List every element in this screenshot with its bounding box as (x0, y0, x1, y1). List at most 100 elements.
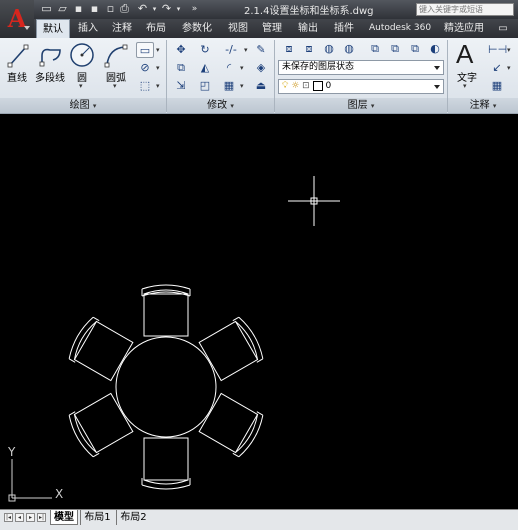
dimension-dropdown-icon[interactable]: ▾ (507, 46, 511, 54)
trim-button[interactable]: -/- (218, 42, 244, 58)
polyline-button[interactable]: 多段线 (33, 40, 67, 96)
chevron-down-icon: ▾ (370, 102, 375, 110)
layer-state-button[interactable]: ⧈ (300, 41, 318, 57)
tab-layout2[interactable]: 布局2 (116, 510, 150, 525)
tab-plugins[interactable]: 插件 (330, 19, 358, 38)
layer-state-icon: ⧈ (305, 42, 313, 55)
move-button[interactable]: ✥ (172, 42, 190, 58)
offset-button[interactable]: ⏏ (252, 78, 270, 94)
line-button[interactable]: 直线 (3, 40, 31, 96)
rotate-button[interactable]: ↻ (196, 42, 214, 58)
first-layout-button[interactable]: |◂ (4, 513, 13, 522)
circle-dropdown-icon[interactable]: ▾ (79, 82, 83, 90)
sun-icon: ☼ (291, 81, 300, 91)
mirror-button[interactable]: ◭ (196, 60, 214, 76)
layer-freeze-button[interactable]: ⧉ (406, 41, 424, 57)
application-menu-button[interactable]: A (0, 0, 34, 38)
match-layer-icon: ⧉ (391, 42, 399, 55)
line-label: 直线 (7, 73, 27, 84)
save-as-icon[interactable]: ▪ (88, 3, 101, 15)
chair-bottom-left (68, 392, 134, 458)
text-dropdown-icon[interactable]: ▾ (463, 82, 467, 90)
array-dropdown-icon[interactable]: ▾ (240, 82, 244, 90)
offset-icon: ⏏ (255, 79, 267, 92)
copy-button[interactable]: ⧉ (172, 60, 190, 76)
next-layout-button[interactable]: ▸ (26, 513, 35, 522)
search-input[interactable]: 键入关键字或短语 (416, 3, 514, 16)
tab-autodesk-360[interactable]: Autodesk 360 (366, 19, 434, 38)
layer-combo[interactable]: 💡︎ ☼ ⊡ 0 (278, 79, 444, 94)
layer-isolate-icon: ◍ (344, 42, 354, 55)
tab-featured-apps[interactable]: 精选应用 (440, 19, 488, 38)
redo-dropdown-icon[interactable]: ▾ (172, 3, 185, 15)
region-dropdown-icon[interactable]: ▾ (156, 82, 160, 90)
save-icon[interactable]: ▪ (72, 3, 85, 15)
text-button[interactable]: A 文字 ▾ (452, 40, 482, 96)
hatch-button[interactable]: ⊘ (136, 60, 154, 76)
tab-manage[interactable]: 管理 (258, 19, 286, 38)
crosshair-cursor (288, 176, 340, 226)
dimension-button[interactable]: ⊢⊣ (488, 42, 508, 58)
tab-parametric[interactable]: 参数化 (178, 19, 216, 38)
arc-icon (104, 44, 128, 68)
chair-bottom-right (198, 392, 264, 458)
circle-button[interactable]: 圆 ▾ (67, 40, 97, 96)
tab-layout[interactable]: 布局 (142, 19, 170, 38)
fillet-dropdown-icon[interactable]: ▾ (240, 64, 244, 72)
chevron-down-icon: ▾ (492, 102, 497, 110)
tab-layout1[interactable]: 布局1 (80, 510, 114, 525)
new-file-icon[interactable]: ▭ (40, 3, 53, 15)
stretch-button[interactable]: ⇲ (172, 78, 190, 94)
last-layout-button[interactable]: ▸| (37, 513, 46, 522)
region-button[interactable]: ⬚ (136, 78, 154, 94)
layer-state-combo[interactable]: 未保存的图层状态 (278, 60, 444, 75)
arc-button[interactable]: 圆弧 ▾ (100, 40, 132, 96)
tab-view[interactable]: 视图 (224, 19, 252, 38)
rectangle-button[interactable]: ▭ (136, 42, 154, 58)
layer-off-icon: ◍ (324, 42, 334, 55)
quick-access-more-icon[interactable]: » (188, 3, 201, 15)
ucs-x-label: X (55, 487, 63, 501)
dimension-icon: ⊢⊣ (488, 43, 508, 56)
layer-panel-title[interactable]: 图层 ▾ (275, 98, 447, 113)
scale-button[interactable]: ◰ (196, 78, 214, 94)
erase-button[interactable]: ✎ (252, 42, 270, 58)
ribbon-minimize-button[interactable]: ▭ (492, 19, 514, 38)
tab-home[interactable]: 默认 (36, 19, 70, 38)
light-bulb-icon: 💡︎ (282, 81, 289, 91)
chevron-down-icon (434, 66, 440, 70)
layer-isolate-button[interactable]: ◍ (340, 41, 358, 57)
draw-panel-title[interactable]: 绘图 ▾ (0, 98, 166, 113)
drawing-canvas[interactable]: X Y (0, 114, 518, 509)
prev-layout-button[interactable]: ◂ (15, 513, 24, 522)
tab-model[interactable]: 模型 (50, 510, 78, 525)
open-file-icon[interactable]: ▱ (56, 3, 69, 15)
save-to-cloud-icon[interactable]: ▫ (104, 3, 117, 15)
tab-output[interactable]: 输出 (294, 19, 322, 38)
arc-dropdown-icon[interactable]: ▾ (113, 82, 117, 90)
tab-insert[interactable]: 插入 (74, 19, 102, 38)
annotation-panel-label: 注释 (469, 100, 490, 111)
layer-lock-button[interactable]: ◐ (426, 41, 444, 57)
copy-icon: ⧉ (177, 61, 185, 74)
trim-dropdown-icon[interactable]: ▾ (244, 46, 248, 54)
modify-panel-title[interactable]: 修改 ▾ (167, 98, 274, 113)
leader-button[interactable]: ↙ (488, 60, 506, 76)
match-layer-button[interactable]: ⧉ (386, 41, 404, 57)
leader-dropdown-icon[interactable]: ▾ (507, 64, 511, 72)
array-button[interactable]: ▦ (220, 78, 238, 94)
rectangle-dropdown-icon[interactable]: ▾ (156, 46, 160, 54)
tab-annotate[interactable]: 注释 (108, 19, 136, 38)
layer-off-button[interactable]: ◍ (320, 41, 338, 57)
document-title: 2.1.4设置坐标和坐标系.dwg (244, 6, 374, 17)
hatch-dropdown-icon[interactable]: ▾ (156, 64, 160, 72)
make-current-button[interactable]: ⧉ (366, 41, 384, 57)
print-icon[interactable]: ⎙ (118, 3, 131, 15)
layer-properties-button[interactable]: ⧈ (280, 41, 298, 57)
mirror-icon: ◭ (200, 61, 210, 74)
fillet-button[interactable]: ◜ (220, 60, 238, 76)
annotation-panel-title[interactable]: 注释 ▾ (448, 98, 518, 113)
trim-icon: -/- (225, 43, 237, 56)
table-button[interactable]: ▦ (488, 78, 506, 94)
explode-button[interactable]: ◈ (252, 60, 270, 76)
